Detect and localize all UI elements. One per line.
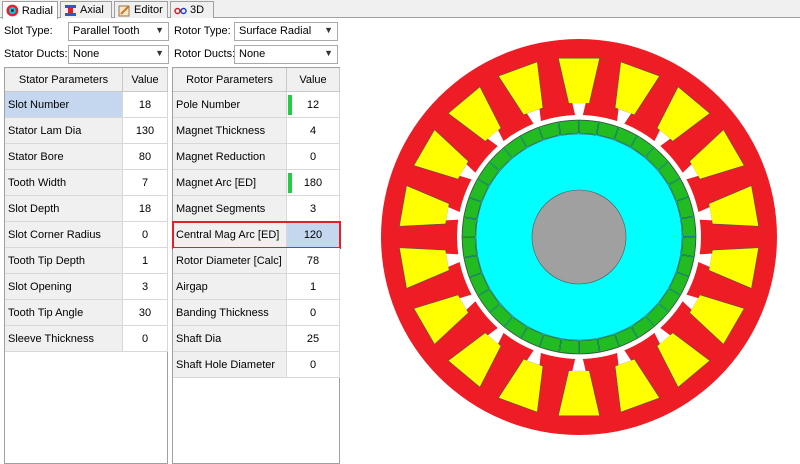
stator-param-name: Stator Lam Dia [5, 118, 123, 144]
magnet-segment [578, 119, 599, 135]
stator-param-name: Slot Opening [5, 274, 123, 300]
rotor-param-name: Shaft Dia [173, 326, 287, 352]
slot-type-label: Slot Type: [4, 25, 53, 37]
glasses-3d-icon [174, 7, 187, 14]
rotor-param-name: Airgap [173, 274, 287, 300]
highlight-box [172, 221, 341, 249]
tab-axial-label: Axial [80, 4, 104, 16]
rotor-type-dropdown[interactable]: Surface Radial ▼ [234, 22, 338, 41]
stator-param-value[interactable]: 7 [123, 170, 168, 196]
stator-param-name: Stator Bore [5, 144, 123, 170]
editor-icon [118, 4, 130, 16]
stator-param-name: Slot Number [5, 92, 123, 118]
tab-radial[interactable]: Radial [2, 1, 58, 19]
modified-marker [288, 173, 292, 193]
magnet-segment [681, 236, 697, 257]
tab-editor[interactable]: Editor [114, 1, 168, 18]
rotor-param-value[interactable]: 180 [287, 170, 340, 196]
tab-radial-label: Radial [21, 4, 53, 17]
rotor-param-value[interactable]: 4 [287, 118, 340, 144]
tab-3d-label: 3D [190, 4, 205, 16]
rotor-ducts-value: None [239, 48, 266, 60]
rotor-param-name: Banding Thickness [173, 300, 287, 326]
rotor-param-value[interactable]: 0 [287, 300, 340, 326]
tab-bar: Radial Axial Editor 3D [0, 0, 800, 19]
rotor-header-name: Rotor Parameters [173, 68, 287, 92]
stator-param-value[interactable]: 18 [123, 196, 168, 222]
rotor-type-label: Rotor Type: [174, 25, 231, 37]
stator-param-value[interactable]: 80 [123, 144, 168, 170]
rotor-type-value: Surface Radial [239, 25, 312, 37]
rotor-param-value[interactable]: 78 [287, 248, 340, 274]
axial-icon [65, 4, 76, 16]
stator-param-name: Slot Depth [5, 196, 123, 222]
rotor-ducts-dropdown[interactable]: None ▼ [234, 45, 338, 64]
chevron-down-icon: ▼ [155, 48, 164, 58]
chevron-down-icon: ▼ [324, 25, 333, 35]
magnet-segment [579, 339, 600, 355]
rotor-param-value[interactable]: 3 [287, 196, 340, 222]
rotor-param-value[interactable]: 0 [287, 144, 340, 170]
modified-marker [288, 95, 292, 115]
stator-ducts-value: None [73, 48, 100, 60]
chevron-down-icon: ▼ [324, 48, 333, 58]
rotor-param-value[interactable]: 25 [287, 326, 340, 352]
stator-header-value: Value [123, 68, 168, 92]
rotor-param-name: Magnet Segments [173, 196, 287, 222]
rotor-ducts-label: Rotor Ducts: [174, 48, 236, 60]
rotor-param-name: Shaft Hole Diameter [173, 352, 287, 378]
slot-type-dropdown[interactable]: Parallel Tooth ▼ [68, 22, 169, 41]
stator-param-value[interactable]: 0 [123, 326, 168, 352]
magnet-segment [558, 119, 579, 135]
rotor-param-name: Magnet Reduction [173, 144, 287, 170]
stator-param-name: Tooth Tip Depth [5, 248, 123, 274]
magnet-segment [681, 216, 697, 237]
stator-param-value[interactable]: 130 [123, 118, 168, 144]
stator-param-value[interactable]: 3 [123, 274, 168, 300]
stator-param-value[interactable]: 1 [123, 248, 168, 274]
tab-editor-label: Editor [134, 4, 163, 16]
stator-param-value[interactable]: 30 [123, 300, 168, 326]
stator-param-name: Tooth Tip Angle [5, 300, 123, 326]
stator-param-value[interactable]: 18 [123, 92, 168, 118]
stator-header-name: Stator Parameters [5, 68, 123, 92]
stator-param-name: Tooth Width [5, 170, 123, 196]
rotor-param-name: Rotor Diameter [Calc] [173, 248, 287, 274]
slot-type-value: Parallel Tooth [73, 25, 140, 37]
stator-param-name: Sleeve Thickness [5, 326, 123, 352]
stator-ducts-dropdown[interactable]: None ▼ [68, 45, 169, 64]
rotor-param-value[interactable]: 12 [287, 92, 340, 118]
rotor-param-name: Magnet Arc [ED] [173, 170, 287, 196]
rotor-param-name: Magnet Thickness [173, 118, 287, 144]
rotor-header-value: Value [287, 68, 340, 92]
rotor-param-value[interactable]: 0 [287, 352, 340, 378]
tab-axial[interactable]: Axial [60, 1, 112, 18]
stator-ducts-label: Stator Ducts: [4, 48, 68, 60]
radial-icon [6, 4, 19, 17]
stator-parameters-table: Stator Parameters Value Slot Number 18 Sta… [4, 67, 168, 464]
chevron-down-icon: ▼ [155, 25, 164, 35]
shaft [531, 189, 627, 285]
tab-3d[interactable]: 3D [170, 1, 214, 18]
stator-param-name: Slot Corner Radius [5, 222, 123, 248]
magnet-segment [559, 339, 580, 355]
stator-param-value[interactable]: 0 [123, 222, 168, 248]
rotor-parameters-table: Rotor Parameters Value Pole Number 12 Magn… [172, 67, 341, 464]
magnet-segment [461, 217, 477, 238]
rotor-param-name: Pole Number [173, 92, 287, 118]
magnet-segment [461, 237, 477, 258]
motor-cross-section [381, 39, 777, 435]
rotor-param-value[interactable]: 1 [287, 274, 340, 300]
